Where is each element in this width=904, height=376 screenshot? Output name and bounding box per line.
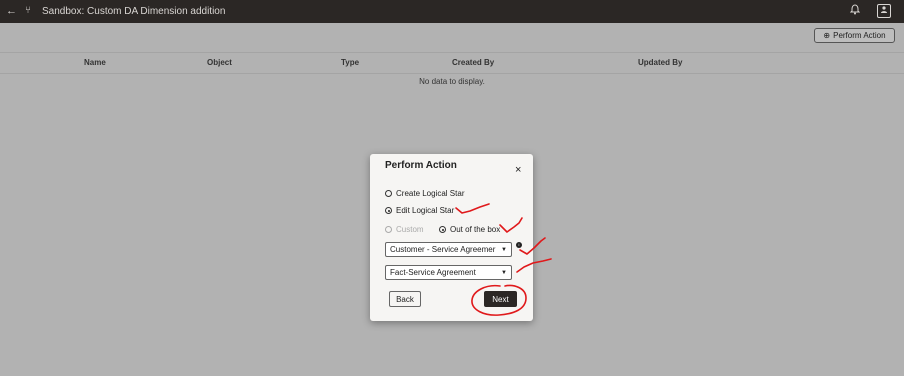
select-value: Fact-Service Agreement — [390, 268, 476, 277]
radio-label: Edit Logical Star — [396, 206, 455, 215]
select-value: Customer - Service Agreemer — [390, 245, 496, 254]
table-header: Name Object Type Created By Updated By — [0, 52, 904, 74]
perform-action-button[interactable]: ⊕ Perform Action — [814, 28, 895, 43]
radio-button-disabled[interactable] — [385, 226, 392, 233]
info-icon[interactable]: i — [516, 242, 522, 248]
bell-icon[interactable] — [849, 4, 861, 18]
dropdown-caret-icon: ▼ — [501, 269, 507, 276]
column-header-object[interactable]: Object — [207, 58, 232, 67]
radio-create-logical-star[interactable]: Create Logical Star — [385, 189, 464, 198]
page-title: Sandbox: Custom DA Dimension addition — [42, 6, 226, 17]
radio-button-selected[interactable] — [385, 207, 392, 214]
column-header-created-by[interactable]: Created By — [452, 58, 494, 67]
radio-edit-logical-star[interactable]: Edit Logical Star — [385, 206, 454, 215]
dialog-title: Perform Action — [385, 160, 457, 171]
column-header-type[interactable]: Type — [341, 58, 359, 67]
toolbar — [0, 23, 904, 47]
user-icon[interactable] — [877, 4, 891, 18]
column-header-name[interactable]: Name — [84, 58, 106, 67]
perform-action-dialog: Perform Action × Create Logical Star Edi… — [370, 154, 533, 321]
close-icon[interactable]: × — [515, 164, 521, 176]
next-button[interactable]: Next — [484, 291, 517, 307]
radio-button[interactable] — [385, 190, 392, 197]
branch-icon: ⑂ — [25, 5, 31, 16]
perform-action-label: Perform Action — [833, 31, 886, 40]
dropdown-caret-icon: ▼ — [501, 246, 507, 253]
fact-select[interactable]: Fact-Service Agreement ▼ — [385, 265, 512, 280]
back-button[interactable]: Back — [389, 291, 421, 307]
radio-label: Create Logical Star — [396, 189, 465, 198]
radio-out-of-the-box[interactable]: Out of the box — [439, 225, 500, 234]
logical-star-select[interactable]: Customer - Service Agreemer ▼ — [385, 242, 512, 257]
plus-circle-icon: ⊕ — [823, 31, 831, 40]
radio-label: Out of the box — [450, 225, 501, 234]
radio-custom[interactable]: Custom — [385, 225, 424, 234]
empty-table-message: No data to display. — [419, 77, 485, 86]
header-bar: ← ⑂ Sandbox: Custom DA Dimension additio… — [0, 0, 904, 23]
column-header-updated-by[interactable]: Updated By — [638, 58, 682, 67]
radio-label: Custom — [396, 225, 424, 234]
radio-button-selected[interactable] — [439, 226, 446, 233]
back-arrow-icon[interactable]: ← — [6, 5, 17, 17]
